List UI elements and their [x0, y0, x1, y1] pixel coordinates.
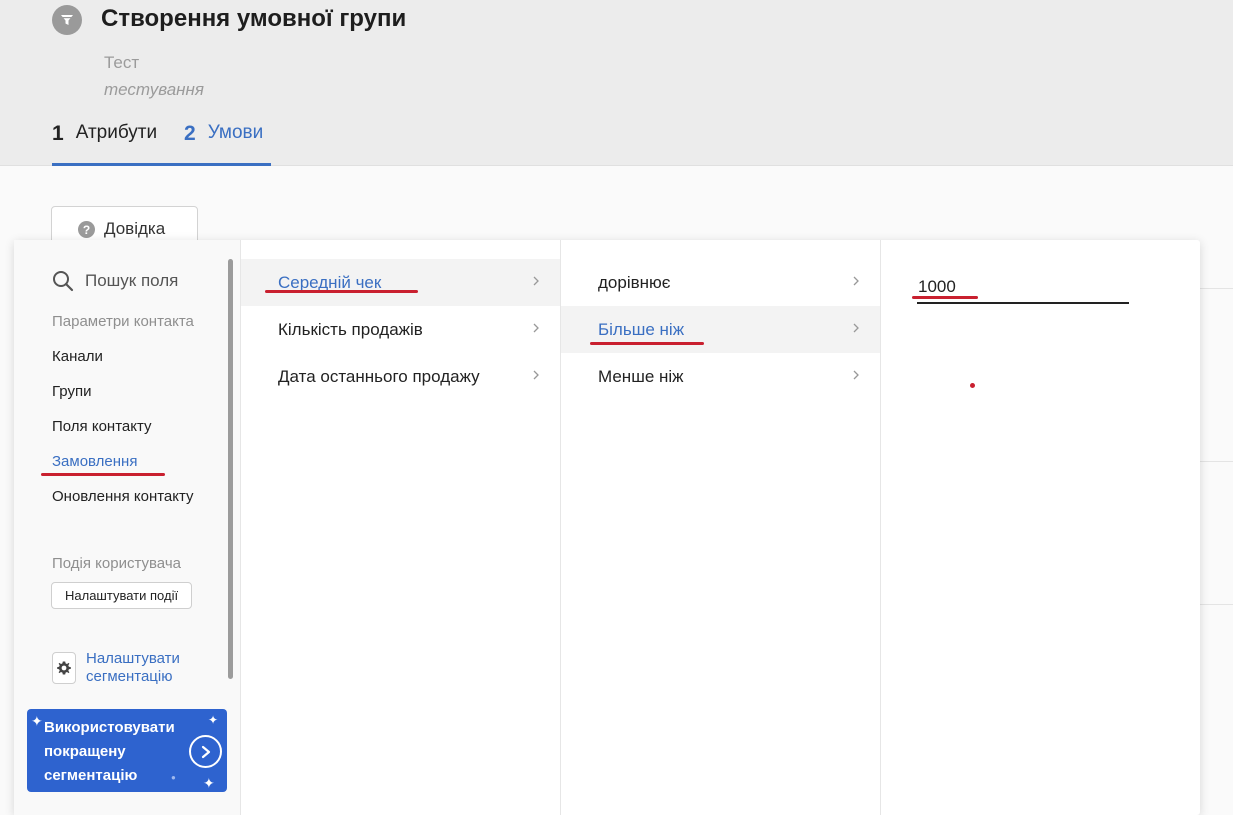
help-circle-icon: ?	[78, 221, 95, 238]
user-event-label: Подія користувача	[52, 555, 181, 572]
order-fields-column: Середній чек Кількість продажів Дата ост…	[240, 240, 560, 815]
chevron-right-icon	[533, 370, 539, 380]
field-search[interactable]: Пошук поля	[52, 270, 178, 292]
configure-segmentation-link[interactable]: Налаштувати сегментацію	[52, 650, 206, 686]
field-categories-column: Пошук поля Параметри контакта Канали Гру…	[14, 240, 240, 815]
operator-less-than[interactable]: Менше ніж	[561, 353, 880, 400]
operators-column: дорівнює Більше ніж Менше ніж	[560, 240, 880, 815]
chevron-right-icon	[533, 276, 539, 286]
operator-equals[interactable]: дорівнює	[561, 259, 880, 306]
nav-item-contact-fields[interactable]: Поля контакту	[52, 418, 152, 435]
condition-picker-panel: Пошук поля Параметри контакта Канали Гру…	[14, 240, 1200, 815]
step-number: 2	[184, 122, 196, 145]
help-button-label: Довідка	[104, 219, 166, 238]
operator-label: дорівнює	[598, 272, 671, 292]
value-column	[880, 240, 1200, 815]
sparkle-icon: ✦	[31, 713, 43, 729]
operator-label: Менше ніж	[598, 366, 684, 386]
annotation-underline	[590, 342, 704, 345]
operator-greater-than[interactable]: Більше ніж	[561, 306, 880, 353]
field-label: Кількість продажів	[278, 319, 423, 339]
annotation-dot	[970, 383, 975, 388]
funnel-icon	[52, 5, 82, 35]
chevron-right-icon	[853, 370, 859, 380]
page-header: Створення умовної групи Тест тестування …	[0, 0, 1233, 166]
chevron-right-icon	[853, 276, 859, 286]
configure-segmentation-label: Налаштувати сегментацію	[86, 650, 180, 685]
divider	[1200, 461, 1233, 462]
group-description: тестування	[104, 80, 204, 99]
field-label: Дата останнього продажу	[278, 366, 480, 386]
condition-value-input[interactable]	[917, 272, 1129, 304]
annotation-underline	[41, 473, 165, 476]
step-label: Атрибути	[75, 122, 158, 143]
operator-label: Більше ніж	[598, 319, 685, 339]
sparkle-icon: ✦	[208, 713, 219, 727]
contact-params-label: Параметри контакта	[52, 313, 194, 330]
page-title: Створення умовної групи	[101, 5, 407, 32]
advanced-segmentation-banner[interactable]: ✦ ✦ ✦ ● Використовувати покращену сегмен…	[27, 709, 227, 792]
step-label: Умови	[207, 122, 264, 143]
field-sales-count[interactable]: Кількість продажів	[241, 306, 560, 353]
step-conditions[interactable]: 2 Умови	[184, 122, 271, 166]
step-attributes[interactable]: 1 Атрибути	[52, 122, 184, 166]
sparkle-icon: ✦	[203, 775, 215, 791]
search-placeholder: Пошук поля	[85, 271, 179, 290]
arrow-right-circle-icon[interactable]	[189, 735, 222, 768]
field-average-check[interactable]: Середній чек	[241, 259, 560, 306]
configure-events-button[interactable]: Налаштувати події	[51, 582, 193, 609]
divider	[1200, 604, 1233, 605]
nav-item-orders[interactable]: Замовлення	[52, 453, 137, 470]
advanced-segmentation-label: Використовувати покращену сегментацію	[44, 719, 175, 784]
annotation-underline	[265, 290, 418, 293]
chevron-right-icon	[533, 323, 539, 333]
gear-icon	[52, 652, 76, 684]
divider	[1200, 288, 1233, 289]
annotation-underline	[912, 296, 978, 299]
nav-item-channels[interactable]: Канали	[52, 348, 103, 365]
step-number: 1	[52, 122, 64, 145]
scrollbar[interactable]	[228, 259, 233, 679]
chevron-right-icon	[853, 323, 859, 333]
group-name: Тест	[104, 53, 140, 72]
field-last-sale-date[interactable]: Дата останнього продажу	[241, 353, 560, 400]
nav-item-groups[interactable]: Групи	[52, 383, 91, 400]
nav-item-contact-update[interactable]: Оновлення контакту	[52, 488, 194, 505]
search-icon	[53, 271, 74, 292]
